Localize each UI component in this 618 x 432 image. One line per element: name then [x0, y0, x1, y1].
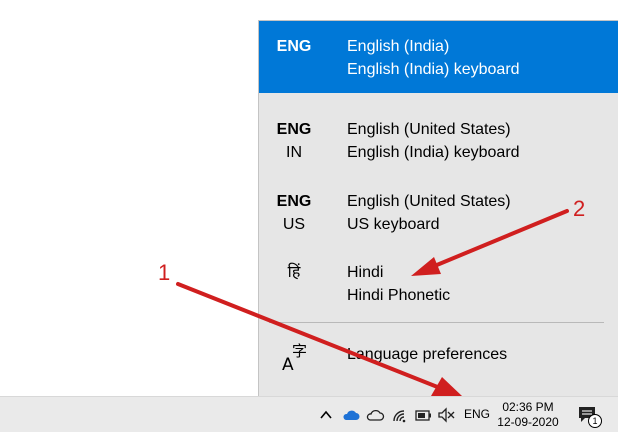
language-code: ENG	[259, 35, 329, 58]
language-name: English (United States)	[347, 121, 511, 138]
keyboard-name: Hindi Phonetic	[347, 287, 451, 304]
chevron-up-icon[interactable]	[316, 405, 336, 425]
annotation-label-2: 2	[573, 196, 586, 221]
language-name: Hindi	[347, 264, 384, 281]
flyout-divider	[269, 322, 604, 323]
language-names: English (United States) US keyboard	[347, 190, 511, 236]
annotation-label-1: 1	[158, 260, 171, 285]
language-names: English (India) English (India) keyboard	[347, 35, 520, 81]
language-item-english-us-us-keyboard[interactable]: ENG US English (United States) US keyboa…	[259, 176, 618, 248]
language-code-primary: ENG	[276, 121, 312, 138]
language-settings-icon: A 字	[282, 342, 307, 373]
language-item-english-india[interactable]: ENG English (India) English (India) keyb…	[259, 21, 618, 93]
language-code: ENG US	[259, 190, 329, 236]
onedrive-cloud-icon[interactable]	[341, 405, 361, 425]
language-code-primary: ENG	[276, 38, 312, 55]
language-preferences-label: Language preferences	[347, 346, 508, 363]
language-indicator[interactable]: ENG	[461, 397, 493, 432]
language-code-secondary: US	[282, 216, 306, 233]
clock-date: 12-09-2020	[497, 415, 559, 429]
keyboard-name: English (India) keyboard	[347, 144, 520, 161]
language-names: Hindi Hindi Phonetic	[347, 261, 450, 307]
language-item-english-us-india-keyboard[interactable]: ENG IN English (United States) English (…	[259, 104, 618, 176]
language-name: English (United States)	[347, 193, 511, 210]
onedrive-cloud-outline-icon[interactable]	[365, 405, 385, 425]
keyboard-name: US keyboard	[347, 216, 440, 233]
keyboard-name: English (India) keyboard	[347, 61, 520, 78]
language-names: English (United States) English (India) …	[347, 118, 520, 164]
language-code: ENG IN	[259, 118, 329, 164]
taskbar: ENG 02:36 PM 12-09-2020 1	[0, 396, 618, 432]
language-preferences-link[interactable]: A 字 Language preferences	[259, 335, 618, 379]
language-item-hindi[interactable]: हिं Hindi Hindi Phonetic	[259, 247, 618, 319]
notification-count-badge: 1	[588, 414, 602, 428]
clock[interactable]: 02:36 PM 12-09-2020	[496, 400, 560, 430]
language-code-primary: ENG	[276, 193, 312, 210]
wifi-icon[interactable]	[390, 405, 410, 425]
language-code-primary: हिं	[287, 264, 301, 281]
language-name: English (India)	[347, 38, 450, 55]
speaker-muted-icon[interactable]	[436, 405, 456, 425]
battery-icon[interactable]	[413, 405, 433, 425]
svg-text:字: 字	[292, 342, 307, 360]
language-code-secondary: IN	[286, 144, 302, 161]
language-flyout: ENG English (India) English (India) keyb…	[258, 20, 618, 396]
clock-time: 02:36 PM	[502, 400, 554, 414]
language-code: हिं	[259, 261, 329, 284]
